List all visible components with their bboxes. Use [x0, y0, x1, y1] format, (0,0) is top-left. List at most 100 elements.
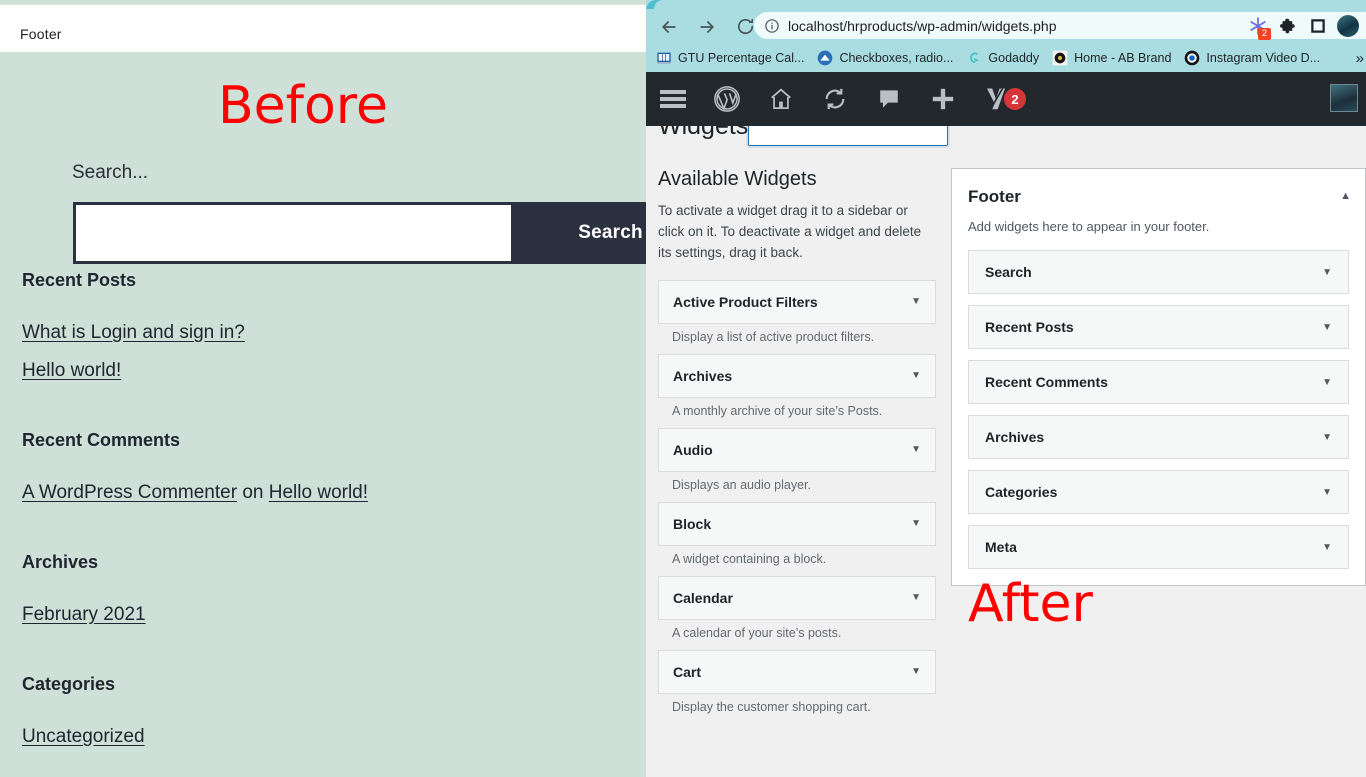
chevron-down-icon[interactable]: ▼ — [1322, 542, 1332, 553]
widget-description: A widget containing a block. — [672, 551, 827, 566]
annotation-before-label: Before — [218, 76, 389, 136]
bookmark-item[interactable]: Instagram Video D... — [1180, 47, 1329, 69]
footer-search-input[interactable] — [76, 205, 511, 261]
bookmark-item[interactable]: Godaddy — [962, 47, 1048, 69]
chevron-down-icon[interactable]: ▼ — [911, 592, 921, 603]
footer-link-category-1[interactable]: Uncategorized — [22, 726, 145, 748]
footer-recent-comment-row: A WordPress Commenter on Hello world! — [22, 482, 368, 504]
bookmark-label: Godaddy — [988, 51, 1040, 65]
available-widget-calendar[interactable]: Calendar ▼ — [658, 575, 936, 620]
widget-title: Archives — [673, 367, 733, 384]
footer-heading-recent-posts: Recent Posts — [22, 270, 137, 290]
updates-icon[interactable] — [808, 72, 862, 126]
widget-title: Calendar — [673, 589, 733, 606]
bookmark-item[interactable]: Checkboxes, radio... — [813, 47, 962, 69]
notification-badge: 2 — [1004, 88, 1026, 110]
chevron-down-icon[interactable]: ▼ — [1322, 267, 1332, 278]
sidebar-widget-categories[interactable]: Categories ▼ — [968, 470, 1349, 514]
chevron-up-icon[interactable]: ▲ — [1340, 190, 1351, 202]
bookmark-label: Instagram Video D... — [1206, 51, 1321, 65]
footer-search-label: Search... — [72, 162, 149, 183]
comments-icon[interactable] — [862, 72, 916, 126]
footer-search-form[interactable]: Search — [73, 202, 700, 264]
site-footer-body: Search... Search Recent Posts What is Lo… — [0, 52, 700, 777]
chevron-down-icon[interactable]: ▼ — [1322, 377, 1332, 388]
available-widgets-description: To activate a widget drag it to a sideba… — [658, 203, 922, 260]
chevron-down-icon[interactable]: ▼ — [1322, 487, 1332, 498]
footer-sidebar-panel: Footer ▲ Add widgets here to appear in y… — [951, 168, 1366, 586]
footer-sidebar-column: Footer ▲ Add widgets here to appear in y… — [951, 168, 1366, 586]
widget-description: Display a list of active product filters… — [672, 329, 875, 344]
chevron-down-icon[interactable]: ▼ — [1322, 432, 1332, 443]
sidebar-widget-archives[interactable]: Archives ▼ — [968, 415, 1349, 459]
available-widget-cart[interactable]: Cart ▼ — [658, 649, 936, 694]
site-footer-topbar-label: Footer — [20, 26, 62, 42]
extensions-puzzle-icon[interactable] — [1274, 12, 1302, 40]
widget-title: Active Product Filters — [673, 293, 818, 310]
screenshot-root: Footer Search... Search Recent Posts Wha… — [0, 0, 1366, 777]
bookmarks-overflow-button[interactable]: » — [1356, 50, 1364, 67]
available-widgets-heading: Available Widgets — [658, 168, 817, 190]
widget-title: Block — [673, 515, 712, 532]
footer-link-archive-1[interactable]: February 2021 — [22, 604, 146, 626]
footer-heading-archives: Archives — [22, 552, 99, 572]
browser-square-icon[interactable] — [1304, 12, 1332, 40]
back-button[interactable] — [654, 12, 684, 42]
chevron-down-icon[interactable]: ▼ — [911, 518, 921, 529]
bookmark-label: Checkboxes, radio... — [839, 51, 954, 65]
sidebar-widget-search[interactable]: Search ▼ — [968, 250, 1349, 294]
bookmark-item[interactable]: Home - AB Brand — [1048, 47, 1180, 69]
bookmark-label: GTU Percentage Cal... — [678, 51, 805, 65]
menu-icon[interactable] — [646, 72, 700, 126]
widget-description: Display the customer shopping cart. — [672, 699, 871, 714]
extension-badge-count: 2 — [1258, 28, 1271, 40]
widget-title: Cart — [673, 663, 702, 680]
bookmark-item[interactable]: GTU Percentage Cal... — [652, 47, 813, 69]
widget-title: Recent Comments — [985, 374, 1108, 390]
available-widget-block[interactable]: Block ▼ — [658, 501, 936, 546]
wp-admin-viewport: Widgets Available Widgets To activate a … — [646, 72, 1366, 777]
footer-link-comment-post[interactable]: Hello world! — [269, 482, 368, 503]
chevron-down-icon[interactable]: ▼ — [911, 666, 921, 677]
footer-link-comment-author[interactable]: A WordPress Commenter — [22, 482, 237, 503]
dot-icon — [1052, 50, 1068, 66]
circle-icon — [1184, 50, 1200, 66]
new-content-icon[interactable] — [916, 72, 970, 126]
bookmarks-bar: GTU Percentage Cal... Checkboxes, radio.… — [646, 44, 1366, 72]
sidebar-widget-meta[interactable]: Meta ▼ — [968, 525, 1349, 569]
widget-description: Displays an audio player. — [672, 477, 811, 492]
sidebar-widget-recent-posts[interactable]: Recent Posts ▼ — [968, 305, 1349, 349]
footer-comment-on-word: on — [242, 482, 264, 503]
chevron-down-icon[interactable]: ▼ — [911, 370, 921, 381]
forward-button[interactable] — [692, 12, 722, 42]
widget-title: Archives — [985, 429, 1045, 445]
wordpress-logo-icon[interactable] — [700, 72, 754, 126]
chevron-down-icon[interactable]: ▼ — [911, 296, 921, 307]
wp-admin-content: Widgets Available Widgets To activate a … — [646, 72, 1366, 777]
widget-title: Audio — [673, 441, 713, 458]
extension-snowflake-icon[interactable]: 2 — [1244, 12, 1272, 40]
book-icon — [656, 50, 672, 66]
browser-tab-strip[interactable] — [646, 0, 1366, 13]
widget-title: Meta — [985, 539, 1017, 555]
site-info-icon[interactable] — [764, 18, 780, 34]
wp-admin-bar: 2 — [646, 72, 1366, 126]
footer-heading-categories: Categories — [22, 674, 116, 694]
chevron-down-icon[interactable]: ▼ — [1322, 322, 1332, 333]
chevron-down-icon[interactable]: ▼ — [911, 444, 921, 455]
available-widget-active-product-filters[interactable]: Active Product Filters ▼ — [658, 279, 936, 324]
yoast-seo-icon[interactable]: 2 — [970, 72, 1036, 126]
home-icon[interactable] — [754, 72, 808, 126]
footer-link-post-1[interactable]: What is Login and sign in? — [22, 322, 245, 344]
browser-window: localhost/hrproducts/wp-admin/widgets.ph… — [646, 0, 1366, 777]
available-widget-audio[interactable]: Audio ▼ — [658, 427, 936, 472]
admin-avatar[interactable] — [1330, 84, 1358, 112]
widget-title: Recent Posts — [985, 319, 1074, 335]
footer-link-post-2[interactable]: Hello world! — [22, 360, 121, 382]
sidebar-widget-recent-comments[interactable]: Recent Comments ▼ — [968, 360, 1349, 404]
available-widget-archives[interactable]: Archives ▼ — [658, 353, 936, 398]
available-widgets-column: Available Widgets To activate a widget d… — [658, 168, 936, 724]
widget-description: A calendar of your site’s posts. — [672, 625, 842, 640]
profile-avatar[interactable] — [1334, 12, 1362, 40]
footer-sidebar-title: Footer — [968, 187, 1021, 206]
